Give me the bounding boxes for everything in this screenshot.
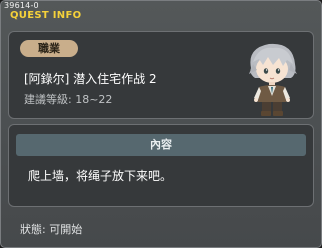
window-title: QUEST INFO [10, 10, 82, 21]
quest-content-panel: 內容 爬上墙，将绳子放下来吧。 [8, 124, 314, 207]
quest-status: 狀態: 可開始 [20, 223, 83, 236]
quest-info-window: 39614-0 QUEST INFO 職業 [阿錄尔] 潜入住宅作战 2 建議等… [0, 0, 322, 248]
quest-summary-card: 職業 [阿錄尔] 潜入住宅作战 2 建議等級: 18~22 [8, 31, 314, 119]
recommended-level: 建議等級: 18~22 [24, 93, 113, 106]
content-header: 內容 [16, 134, 306, 156]
quest-name: [阿錄尔] 潜入住宅作战 2 [24, 72, 157, 86]
job-tag: 職業 [20, 40, 78, 57]
npc-portrait-icon [241, 38, 303, 118]
content-text: 爬上墙，将绳子放下来吧。 [28, 169, 173, 183]
quest-id: 39614-0 [4, 1, 39, 10]
